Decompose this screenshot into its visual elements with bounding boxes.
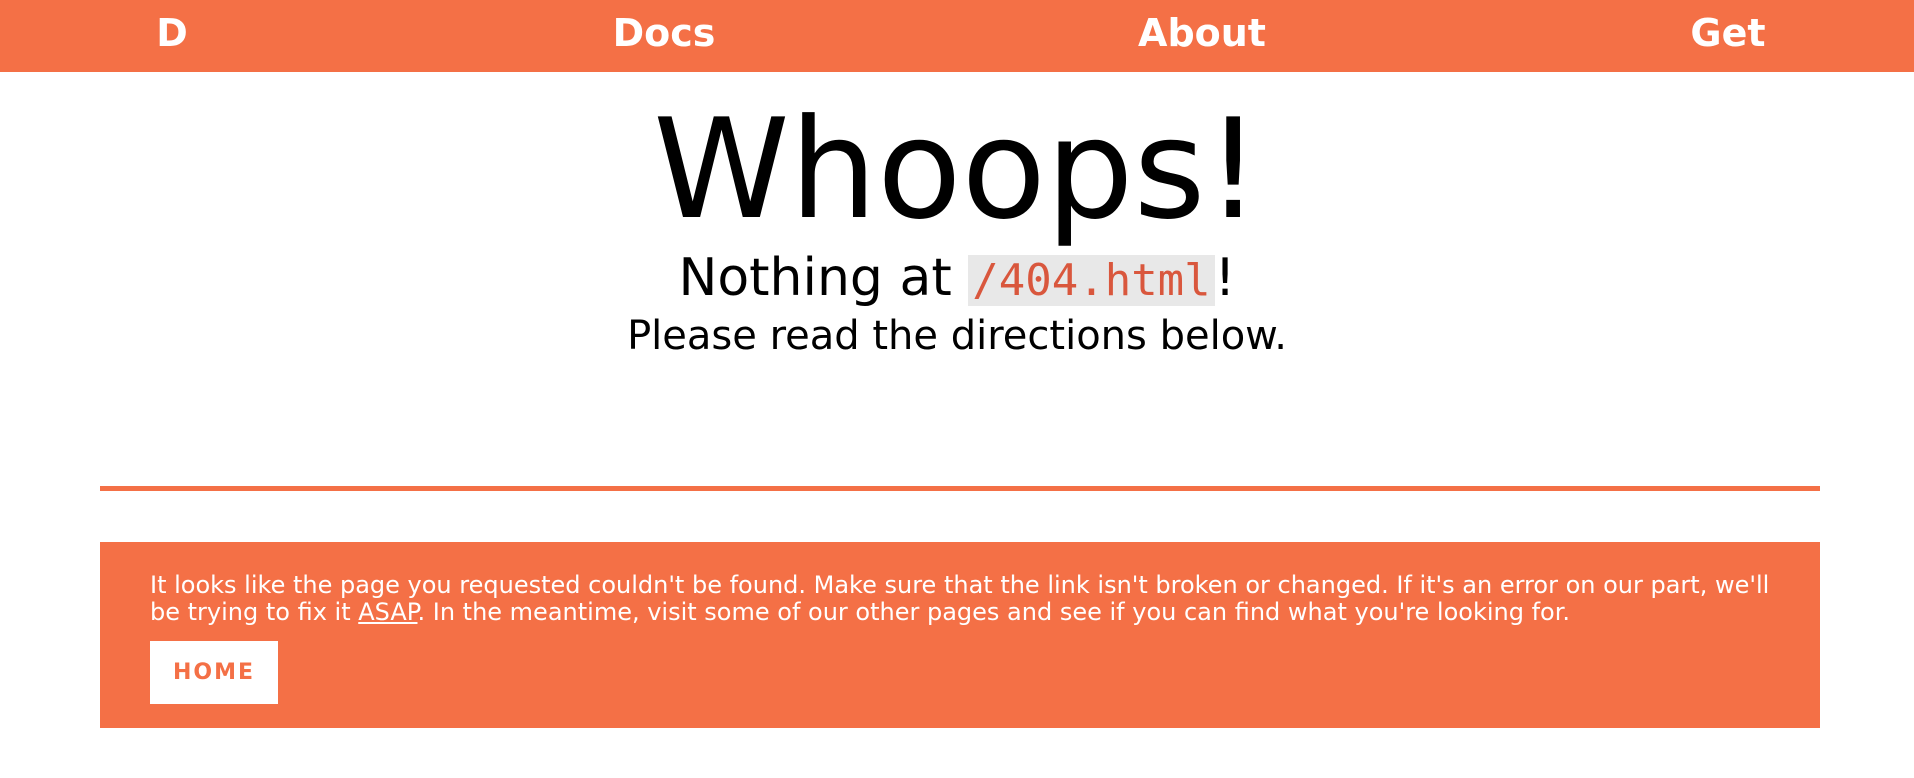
asap-link[interactable]: ASAP — [358, 598, 417, 626]
not-found-suffix: ! — [1214, 248, 1236, 308]
directions-note: Please read the directions below. — [627, 313, 1287, 359]
page-title: Whoops! — [653, 89, 1261, 250]
top-nav: D Docs About Get — [0, 0, 1914, 72]
not-found-prefix: Nothing at — [678, 248, 969, 308]
nav-link-docs[interactable]: Docs — [613, 0, 716, 72]
not-found-message: Nothing at /404.html! — [0, 246, 1914, 313]
notice-panel: It looks like the page you requested cou… — [100, 542, 1820, 728]
divider — [100, 486, 1820, 491]
nav-link-get[interactable]: Get — [1690, 0, 1765, 72]
nav-link-home-logo[interactable]: D — [156, 0, 188, 72]
requested-path: /404.html — [968, 255, 1215, 306]
home-button[interactable]: HOME — [150, 641, 278, 704]
nav-link-about[interactable]: About — [1138, 0, 1266, 72]
notice-text-part2: . In the meantime, visit some of our oth… — [417, 598, 1571, 626]
notice-text: It looks like the page you requested cou… — [150, 572, 1770, 626]
